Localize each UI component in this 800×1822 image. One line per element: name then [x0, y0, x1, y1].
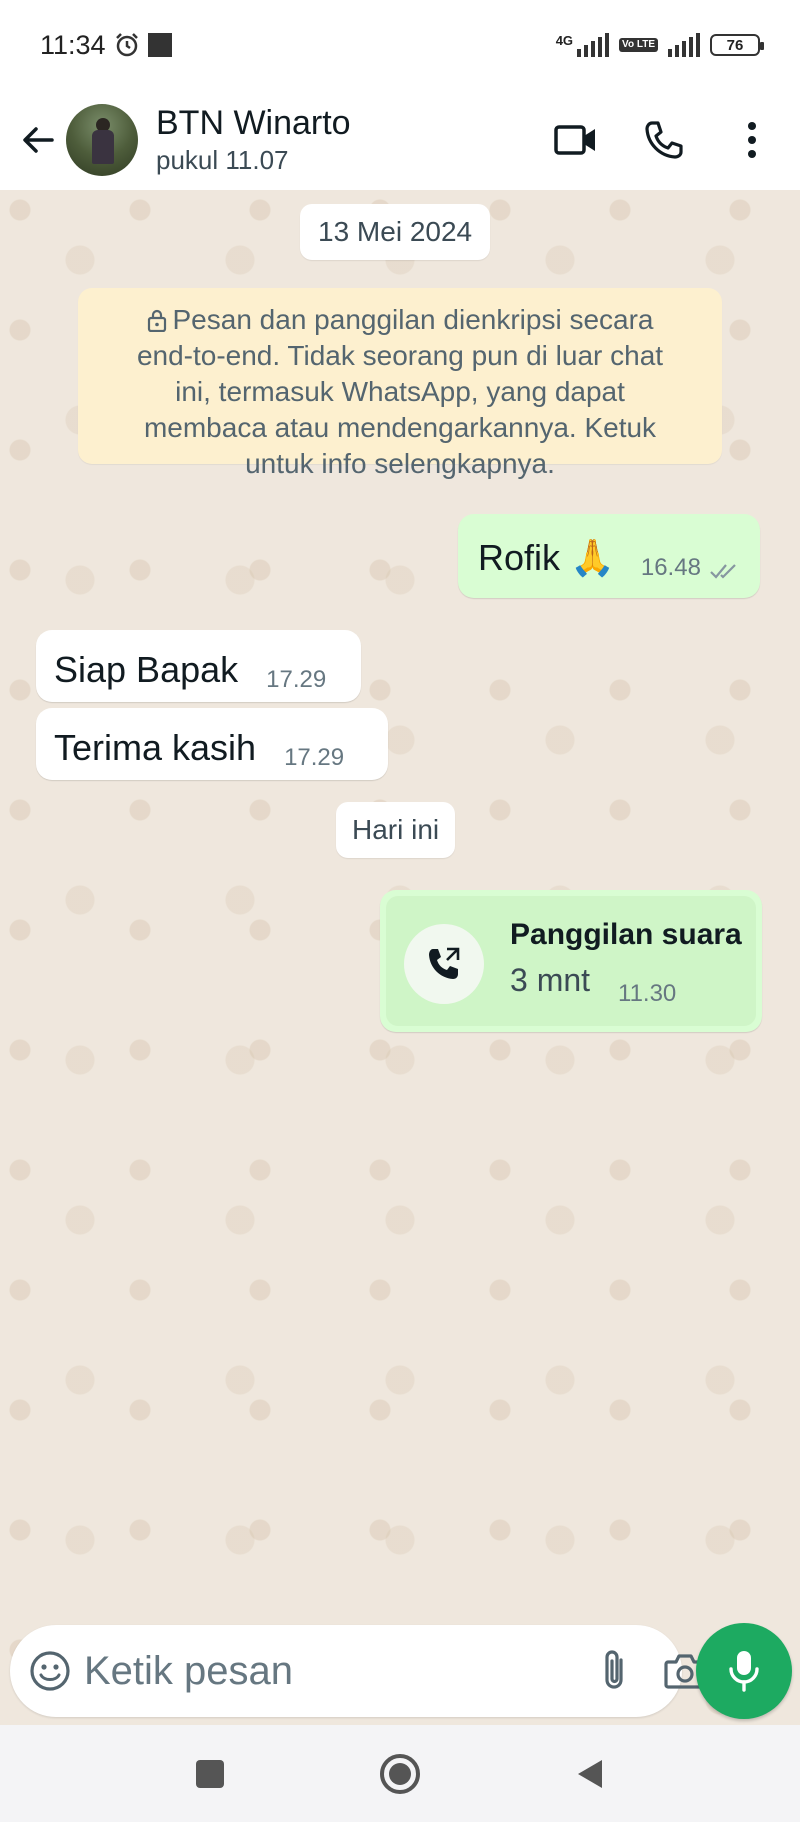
chat-area[interactable]: 13 Mei 2024 Pesan dan panggilan dienkrip…: [0, 190, 800, 1725]
system-nav-bar: [0, 1725, 800, 1822]
encryption-notice-text: Pesan dan panggilan dienkripsi secara en…: [136, 304, 664, 479]
battery-level: 76: [726, 36, 744, 54]
home-button[interactable]: [370, 1744, 430, 1804]
lock-icon: [147, 309, 166, 333]
call-duration: 3 mnt: [510, 962, 591, 998]
back-nav-button[interactable]: [560, 1744, 620, 1804]
status-left: 11:34: [40, 30, 172, 61]
video-call-button[interactable]: [546, 110, 606, 170]
message-time: 16.48: [640, 554, 701, 581]
message-bubble-in[interactable]: Terima kasih 17.29: [36, 708, 388, 780]
message-input[interactable]: [84, 1641, 599, 1701]
encryption-notice[interactable]: Pesan dan panggilan dienkripsi secara en…: [78, 288, 722, 479]
notification-square-icon: [147, 33, 172, 57]
voice-message-button[interactable]: [696, 1623, 792, 1719]
double-check-icon: [710, 564, 736, 579]
last-seen-status: pukul 11.07: [156, 144, 289, 175]
volte-badge: Vo LTE: [619, 38, 658, 52]
status-right: 4G Vo LTE 76: [555, 33, 764, 57]
voice-call-icon: [645, 121, 683, 159]
signal-icon-2: [668, 33, 700, 57]
voice-call-button[interactable]: [634, 110, 694, 170]
header-actions: [546, 110, 782, 170]
back-button[interactable]: [8, 110, 68, 170]
call-time: 11.30: [618, 980, 677, 1007]
status-time: 11:34: [40, 29, 106, 60]
message-text: Rofik 🙏: [478, 537, 615, 578]
chat-header: BTN Winarto pukul 11.07: [0, 90, 800, 190]
avatar[interactable]: [66, 104, 138, 176]
home-circle-icon: [380, 1753, 420, 1794]
emoji-button[interactable]: [28, 1643, 72, 1699]
back-arrow-icon: [23, 127, 54, 153]
alarm-icon: [115, 33, 138, 57]
voice-call-bubble[interactable]: Panggilan suara 3 mnt 11.30: [380, 890, 762, 1032]
message-bubble-in[interactable]: Siap Bapak 17.29: [36, 630, 361, 702]
recents-button[interactable]: [180, 1744, 240, 1804]
message-text: Siap Bapak: [54, 649, 239, 690]
battery-icon: 76: [710, 34, 764, 56]
date-chip-1: 13 Mei 2024: [300, 204, 491, 260]
contact-info[interactable]: BTN Winarto pukul 11.07: [156, 103, 351, 178]
date-chip-2: Hari ini: [336, 802, 456, 858]
video-call-icon: [554, 125, 595, 155]
emoji-icon: [30, 1651, 70, 1691]
message-time: 17.29: [266, 666, 327, 693]
call-title: Panggilan suara: [510, 918, 742, 951]
paperclip-icon: [605, 1650, 623, 1689]
call-icon-wrap: [404, 924, 484, 1004]
signal-icon: [577, 33, 610, 57]
message-time: 17.29: [284, 744, 345, 771]
message-text: Terima kasih: [54, 727, 257, 768]
attach-button[interactable]: [599, 1643, 629, 1699]
voice-call-card[interactable]: Panggilan suara 3 mnt 11.30: [386, 896, 756, 1026]
message-bubble-out[interactable]: Rofik 🙏 16.48: [458, 514, 760, 598]
message-composer: [10, 1625, 706, 1717]
network-type-label: 4G: [555, 33, 574, 48]
status-bar: 11:34 4G Vo LTE 76: [0, 0, 800, 90]
outgoing-call-icon: [429, 947, 460, 979]
more-options-button[interactable]: [722, 110, 782, 170]
square-icon: [196, 1759, 224, 1788]
triangle-back-icon: [578, 1759, 602, 1788]
contact-name: BTN Winarto: [156, 103, 351, 142]
more-options-icon: [748, 122, 756, 158]
microphone-icon: [729, 1651, 759, 1692]
